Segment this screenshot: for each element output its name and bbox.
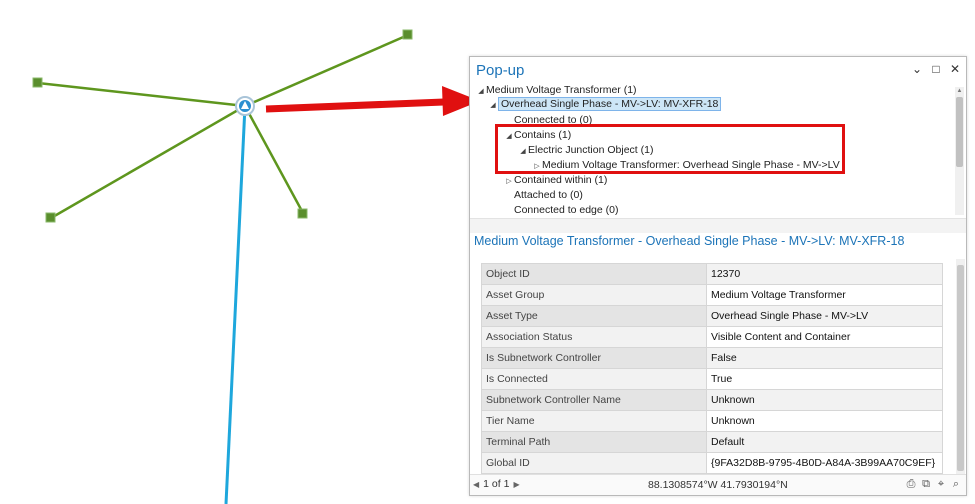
attribute-key: Terminal Path: [481, 431, 707, 453]
tree-node-label: Contains (1): [514, 129, 572, 141]
attribute-value[interactable]: Unknown: [706, 389, 943, 411]
expand-toggle-icon[interactable]: ▷: [504, 174, 514, 189]
attribute-value[interactable]: 12370: [706, 263, 943, 285]
expand-toggle-icon[interactable]: ◢: [476, 84, 486, 99]
attribute-table: Object ID 12370 Asset Group Medium Voltage …: [481, 263, 943, 474]
tree-node[interactable]: Connected to edge (0): [504, 203, 619, 217]
attribute-row: Association Status Visible Content and Co…: [481, 326, 943, 348]
tree-node-selected[interactable]: ◢ Overhead Single Phase - MV->LV: MV-XFR-…: [488, 97, 722, 113]
next-record-icon[interactable]: ▶: [513, 480, 519, 489]
window-controls: ⌄ □ ✕: [910, 62, 962, 76]
attribute-row: Global ID {9FA32D8B-9795-4B0D-A84A-3B99AA…: [481, 452, 943, 474]
line-segment[interactable]: [37, 81, 246, 108]
tree-node-label: Contained within (1): [514, 174, 608, 186]
previous-record-icon[interactable]: ◀: [473, 480, 479, 489]
popup-panel: Pop-up ⌄ □ ✕ ◢ Medium Voltage Transformer…: [469, 56, 967, 496]
junction-node[interactable]: [402, 29, 413, 40]
attribute-row: Asset Group Medium Voltage Transformer: [481, 284, 943, 306]
attribute-row: Subnetwork Controller Name Unknown: [481, 389, 943, 411]
transformer-symbol[interactable]: [235, 96, 255, 116]
green-lines: [37, 33, 409, 220]
attribute-key: Asset Group: [481, 284, 707, 306]
attribute-row: Asset Type Overhead Single Phase - MV->LV: [481, 305, 943, 327]
tree-node-label: Connected to edge (0): [514, 204, 619, 216]
tree-node[interactable]: ◢ Medium Voltage Transformer (1): [476, 83, 637, 99]
popup-header: Pop-up ⌄ □ ✕: [470, 57, 966, 83]
association-tree: ◢ Medium Voltage Transformer (1) ◢ Overhea…: [470, 83, 952, 217]
panel-splitter[interactable]: [470, 218, 966, 233]
blue-line[interactable]: [224, 105, 247, 504]
attribute-value[interactable]: Medium Voltage Transformer: [706, 284, 943, 306]
attribute-key: Asset Type: [481, 305, 707, 327]
attribute-value[interactable]: {9FA32D8B-9795-4B0D-A84A-3B99AA70C9EF}: [706, 452, 943, 474]
tree-node[interactable]: ▷ Contained within (1): [504, 173, 607, 188]
attribute-key: Is Connected: [481, 368, 707, 390]
expand-icon[interactable]: ⧉: [920, 477, 932, 491]
tree-node-label: Overhead Single Phase - MV->LV: MV-XFR-1…: [498, 97, 722, 111]
tree-node[interactable]: ▷ Medium Voltage Transformer: Overhead Si…: [532, 158, 840, 174]
tree-node-label: Electric Junction Object (1): [528, 144, 654, 156]
tree-node[interactable]: Attached to (0): [504, 188, 583, 203]
scrollbar-thumb[interactable]: [956, 97, 963, 167]
close-icon[interactable]: ✕: [948, 62, 962, 76]
attribute-row: Is Connected True: [481, 368, 943, 390]
attribute-value[interactable]: Visible Content and Container: [706, 326, 943, 348]
tree-node[interactable]: ◢ Electric Junction Object (1): [518, 143, 653, 158]
print-icon[interactable]: ⎙: [905, 477, 917, 491]
line-segment[interactable]: [244, 33, 409, 108]
attribute-key: Subnetwork Controller Name: [481, 389, 707, 411]
footer-tools: ⎙ ⧉ ⌖ ⌕: [905, 477, 962, 491]
attribute-value[interactable]: Overhead Single Phase - MV->LV: [706, 305, 943, 327]
attribute-value[interactable]: Default: [706, 431, 943, 453]
line-segment[interactable]: [243, 105, 305, 214]
tree-scrollbar[interactable]: ▲: [955, 87, 964, 215]
scrollbar-thumb[interactable]: [957, 265, 964, 471]
red-arrow: [265, 86, 480, 116]
junction-node[interactable]: [297, 208, 308, 219]
attribute-row: Is Subnetwork Controller False: [481, 347, 943, 369]
maximize-icon[interactable]: □: [929, 62, 943, 76]
tree-node-label: Connected to (0): [514, 114, 593, 126]
attribute-key: Tier Name: [481, 410, 707, 432]
expand-toggle-icon[interactable]: ◢: [488, 98, 498, 113]
popup-title: Pop-up: [476, 62, 525, 79]
attribute-value[interactable]: Unknown: [706, 410, 943, 432]
expand-toggle-icon[interactable]: ◢: [504, 129, 514, 144]
attribute-key: Is Subnetwork Controller: [481, 347, 707, 369]
tree-node-label: Medium Voltage Transformer (1): [486, 84, 637, 96]
tree-node-label: Medium Voltage Transformer: Overhead Sin…: [542, 159, 840, 171]
junction-node[interactable]: [45, 212, 56, 223]
record-navigation: ◀ 1 of 1 ▶: [473, 478, 520, 490]
zoom-icon[interactable]: ⌕: [950, 477, 962, 491]
chevron-down-icon[interactable]: ⌄: [910, 62, 924, 76]
crosshair-icon[interactable]: ⌖: [935, 477, 947, 491]
scroll-up-icon[interactable]: ▲: [955, 87, 964, 95]
junction-node[interactable]: [32, 77, 43, 88]
attribute-value[interactable]: True: [706, 368, 943, 390]
line-segment[interactable]: [50, 104, 246, 220]
expand-toggle-icon[interactable]: ▷: [532, 159, 542, 174]
record-counter: 1 of 1: [483, 478, 510, 490]
attribute-scrollbar[interactable]: [956, 259, 965, 475]
attribute-key: Object ID: [481, 263, 707, 285]
coordinate-readout: 88.1308574°W 41.7930194°N: [648, 479, 788, 491]
expand-toggle-icon[interactable]: ◢: [518, 144, 528, 159]
attribute-key: Global ID: [481, 452, 707, 474]
attribute-row: Terminal Path Default: [481, 431, 943, 453]
attribute-value[interactable]: False: [706, 347, 943, 369]
tree-node[interactable]: ◢ Contains (1): [504, 128, 571, 143]
tree-node-label: Attached to (0): [514, 189, 583, 201]
attribute-key: Association Status: [481, 326, 707, 348]
attribute-row: Object ID 12370: [481, 263, 943, 285]
feature-detail-title: Medium Voltage Transformer - Overhead Si…: [474, 234, 905, 248]
attribute-row: Tier Name Unknown: [481, 410, 943, 432]
popup-footer: ◀ 1 of 1 ▶ 88.1308574°W 41.7930194°N ⎙ ⧉…: [470, 474, 966, 495]
tree-node[interactable]: Connected to (0): [504, 113, 592, 128]
